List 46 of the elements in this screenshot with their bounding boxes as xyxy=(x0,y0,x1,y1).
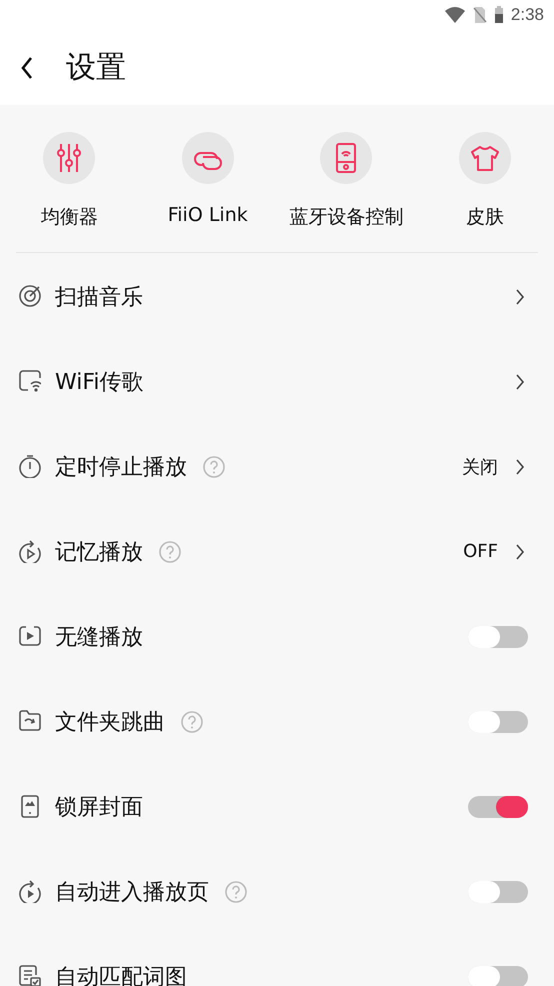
lyrics-icon xyxy=(19,965,41,986)
chevron-right-icon xyxy=(514,372,526,392)
replay-icon xyxy=(19,540,41,563)
shortcut-button[interactable]: 皮肤 xyxy=(416,132,554,230)
setting-label: 文件夹跳曲 xyxy=(55,708,165,736)
battery-icon xyxy=(494,6,504,24)
settings-row[interactable]: 文件夹跳曲 xyxy=(0,679,554,764)
folder-icon xyxy=(19,710,41,733)
setting-label: 定时停止播放 xyxy=(55,454,187,482)
target-icon xyxy=(19,285,41,308)
setting-label: 无缝播放 xyxy=(55,624,143,652)
chevron-right-icon xyxy=(514,456,526,476)
chevron-right-icon xyxy=(514,542,526,562)
setting-label: WiFi传歌 xyxy=(55,368,144,396)
setting-label: 自动进入播放页 xyxy=(55,878,209,906)
wifi-icon xyxy=(444,6,466,24)
replay-icon xyxy=(19,880,41,903)
shortcut-button[interactable]: 均衡器 xyxy=(0,132,138,230)
settings-row[interactable]: 定时停止播放 关闭 xyxy=(0,424,554,509)
settings-row[interactable]: 锁屏封面 xyxy=(0,764,554,849)
toggle-switch[interactable] xyxy=(468,796,528,818)
wifi-screen-icon xyxy=(19,370,41,393)
setting-value: 关闭 xyxy=(462,456,498,478)
setting-label: 记忆播放 xyxy=(55,538,143,566)
shortcut-button[interactable]: 蓝牙设备控制 xyxy=(277,132,416,230)
setting-label: 扫描音乐 xyxy=(55,284,143,312)
play-frame-icon xyxy=(19,625,41,648)
stopwatch-icon xyxy=(19,455,41,478)
t-shirt-icon xyxy=(470,143,500,173)
shortcut-button[interactable]: FiiO Link xyxy=(138,132,277,230)
toggle-switch[interactable] xyxy=(468,710,528,732)
toggle-switch[interactable] xyxy=(468,966,528,986)
setting-label: 锁屏封面 xyxy=(55,794,143,822)
toggle-switch[interactable] xyxy=(468,880,528,902)
chevron-right-icon xyxy=(514,286,526,306)
settings-row[interactable]: WiFi传歌 xyxy=(0,339,554,424)
page-title: 设置 xyxy=(66,49,126,87)
settings-row[interactable]: 无缝播放 xyxy=(0,594,554,679)
toggle-switch[interactable] xyxy=(468,626,528,648)
sim-card-icon xyxy=(472,6,487,24)
settings-row[interactable]: 记忆播放 OFF xyxy=(0,509,554,594)
clock-time: 2:38 xyxy=(510,5,544,25)
lock-screen-icon xyxy=(19,795,41,818)
settings-row[interactable]: 自动进入播放页 xyxy=(0,849,554,934)
settings-row[interactable]: 扫描音乐 xyxy=(0,254,554,339)
setting-value: OFF xyxy=(463,541,498,562)
